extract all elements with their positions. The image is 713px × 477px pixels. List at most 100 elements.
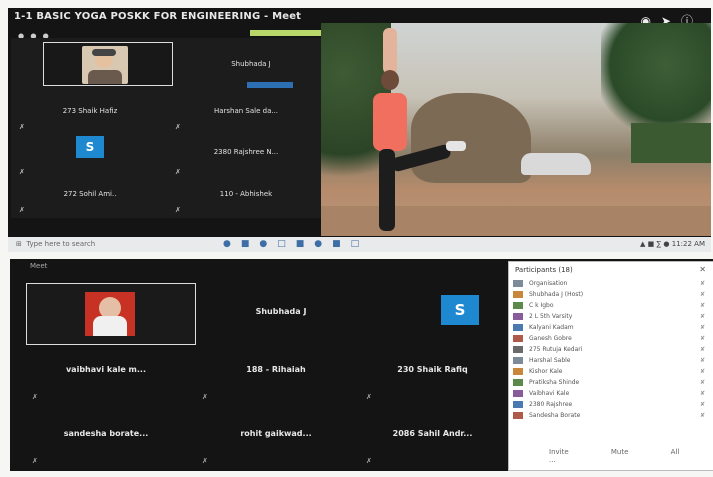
participant-row[interactable]: Sandesha Borate ✘ <box>513 412 711 423</box>
mic-muted-icon: ✗ <box>366 457 372 465</box>
mic-muted-icon: ✗ <box>19 123 25 131</box>
mic-muted-icon: ✘ <box>699 357 705 364</box>
participants-panel: Participants (18) ✕ Organisation ✘ Shubhad… <box>508 261 713 471</box>
participant-tile[interactable]: Shubhada J <box>181 60 321 68</box>
participant-grid-top: Shubhada J 273 Shaik Hafiz ✗ Harshan Sal… <box>11 38 324 218</box>
mic-muted-icon: ✗ <box>202 393 208 401</box>
participants-panel-title: Participants (18) <box>515 266 573 274</box>
participant-avatar <box>513 291 523 298</box>
participant-tile-video[interactable] <box>43 42 173 86</box>
instructor-shoe <box>446 141 466 151</box>
participant-row-name: 275 Rutuja Kedari <box>529 346 583 353</box>
meeting-title: 1-1 BASIC YOGA POSKK FOR ENGINEERING - M… <box>14 11 302 22</box>
participant-row[interactable]: Organisation ✘ <box>513 280 711 291</box>
participant-row[interactable]: 2380 Rajshree ✘ <box>513 401 711 412</box>
participant-row[interactable]: 275 Rutuja Kedari ✘ <box>513 346 711 357</box>
participant-row[interactable]: Ganesh Gobre ✘ <box>513 335 711 346</box>
avatar <box>82 46 128 84</box>
avatar <box>85 292 135 336</box>
close-icon[interactable]: ✕ <box>699 265 706 274</box>
participant-row-name: Organisation <box>529 280 568 287</box>
participant-row[interactable]: Vaibhavi Kale ✘ <box>513 390 711 401</box>
participant-tile[interactable]: 188 - Rihaiah ✗ <box>196 355 356 405</box>
participant-name: vaibhavi kale m... <box>65 365 147 374</box>
instructor-head <box>381 70 399 90</box>
participant-tile[interactable]: 230 Shaik Rafiq ✗ <box>360 355 505 405</box>
participant-avatar <box>513 368 523 375</box>
participant-tile[interactable]: S <box>380 295 500 343</box>
participant-row-name: Sandesha Borate <box>529 412 581 419</box>
panel-footer-button[interactable]: Mute All <box>611 448 679 456</box>
participant-avatar <box>513 280 523 287</box>
mic-muted-icon: ✘ <box>699 368 705 375</box>
participant-row[interactable]: Kishor Kale ✘ <box>513 368 711 379</box>
hair <box>92 49 116 56</box>
participant-grid-bottom: Shubhada J S vaibhavi kale m... ✗ 188 - … <box>10 271 505 471</box>
participant-tile[interactable]: 2380 Rajshree N... ✗ <box>171 136 321 178</box>
participant-name: Shubhada J <box>255 307 307 316</box>
avatar-initial: S <box>76 136 104 158</box>
mic-muted-icon: ✘ <box>699 390 705 397</box>
participant-tile[interactable]: Shubhada J <box>206 307 356 316</box>
participant-row[interactable]: Harshal Sable ✘ <box>513 357 711 368</box>
participant-row-name: Kalyani Kadam <box>529 324 574 331</box>
shoulders <box>88 70 122 84</box>
participant-row-name: 2380 Rajshree <box>529 401 573 408</box>
panel-footer-button[interactable]: ... <box>549 456 556 464</box>
participant-tile[interactable]: sandesha borate... ✗ <box>26 415 186 469</box>
instructor-arms <box>383 28 397 74</box>
participant-name: 188 - Rihaiah <box>246 365 306 374</box>
system-tray: ▲ ■ ∑ ● 11:22 AM <box>640 240 705 248</box>
bottom-screenshot: Meet Shubhada J S vaibhavi kale m... ✗ 1… <box>10 259 713 471</box>
speaking-indicator <box>247 82 293 88</box>
participant-tile[interactable]: rohit gaikwad... ✗ <box>196 415 356 469</box>
participant-tile[interactable]: 272 Sohil Ami.. ✗ <box>15 182 165 216</box>
shared-video-yoga[interactable] <box>321 23 711 236</box>
participant-tile[interactable]: 273 Shaik Hafiz ✗ <box>15 93 165 133</box>
participant-name: 273 Shaik Hafiz <box>62 107 118 115</box>
mic-muted-icon: ✗ <box>175 206 181 214</box>
avatar-initial: S <box>441 295 479 325</box>
mic-muted-icon: ✘ <box>699 280 705 287</box>
participant-tile-video[interactable] <box>26 283 196 345</box>
background-car <box>521 153 591 175</box>
participant-name: rohit gaikwad... <box>240 429 312 438</box>
participant-tile[interactable]: Harshan Sale da... ✗ <box>171 93 321 133</box>
panel-footer-button[interactable]: Invite <box>549 448 611 456</box>
top-screenshot: 1-1 BASIC YOGA POSKK FOR ENGINEERING - M… <box>8 8 711 252</box>
participants-panel-footer: Invite Mute All ... <box>549 448 713 464</box>
participant-row[interactable]: C k Igbo ✘ <box>513 302 711 313</box>
participant-row[interactable]: Pratiksha Shinde ✘ <box>513 379 711 390</box>
mic-muted-icon: ✘ <box>699 379 705 386</box>
participant-row[interactable]: Kalyani Kadam ✘ <box>513 324 711 335</box>
participant-tile[interactable]: vaibhavi kale m... ✗ <box>26 355 186 405</box>
participant-row[interactable]: 2 L 5th Varsity ✘ <box>513 313 711 324</box>
mic-muted-icon: ✘ <box>699 412 705 419</box>
participant-row[interactable]: Shubhada J (Host) ✘ <box>513 291 711 302</box>
participant-row-name: Shubhada J (Host) <box>529 291 584 298</box>
participant-avatar <box>513 346 523 353</box>
mic-muted-icon: ✘ <box>699 335 705 342</box>
participant-avatar <box>513 390 523 397</box>
participant-tile[interactable]: 2086 Sahil Andr... ✗ <box>360 415 505 469</box>
taskbar-search-placeholder: Type here to search <box>26 240 96 248</box>
participant-name: 2380 Rajshree N... <box>213 148 279 156</box>
taskbar-apps[interactable]: ●■●□■●■□ <box>223 239 369 249</box>
participant-tile[interactable]: S ✗ <box>15 136 165 178</box>
participant-avatar <box>513 379 523 386</box>
participant-avatar <box>513 357 523 364</box>
participant-avatar <box>513 313 523 320</box>
participant-row-name: Ganesh Gobre <box>529 335 572 342</box>
taskbar-search[interactable]: ⊞ Type here to search <box>16 240 95 248</box>
mic-muted-icon: ✘ <box>699 302 705 309</box>
mic-muted-icon: ✗ <box>202 457 208 465</box>
participant-name: 272 Sohil Ami.. <box>63 190 117 198</box>
participant-name: 230 Shaik Rafiq <box>397 365 468 374</box>
participant-row-name: Harshal Sable <box>529 357 571 364</box>
participant-tile[interactable]: 110 - Abhishek ✗ <box>171 182 321 216</box>
participant-row-name: Vaibhavi Kale <box>529 390 570 397</box>
mic-muted-icon: ✘ <box>699 401 705 408</box>
participant-name: sandesha borate... <box>63 429 149 438</box>
mic-muted-icon: ✗ <box>32 457 38 465</box>
mic-muted-icon: ✘ <box>699 313 705 320</box>
